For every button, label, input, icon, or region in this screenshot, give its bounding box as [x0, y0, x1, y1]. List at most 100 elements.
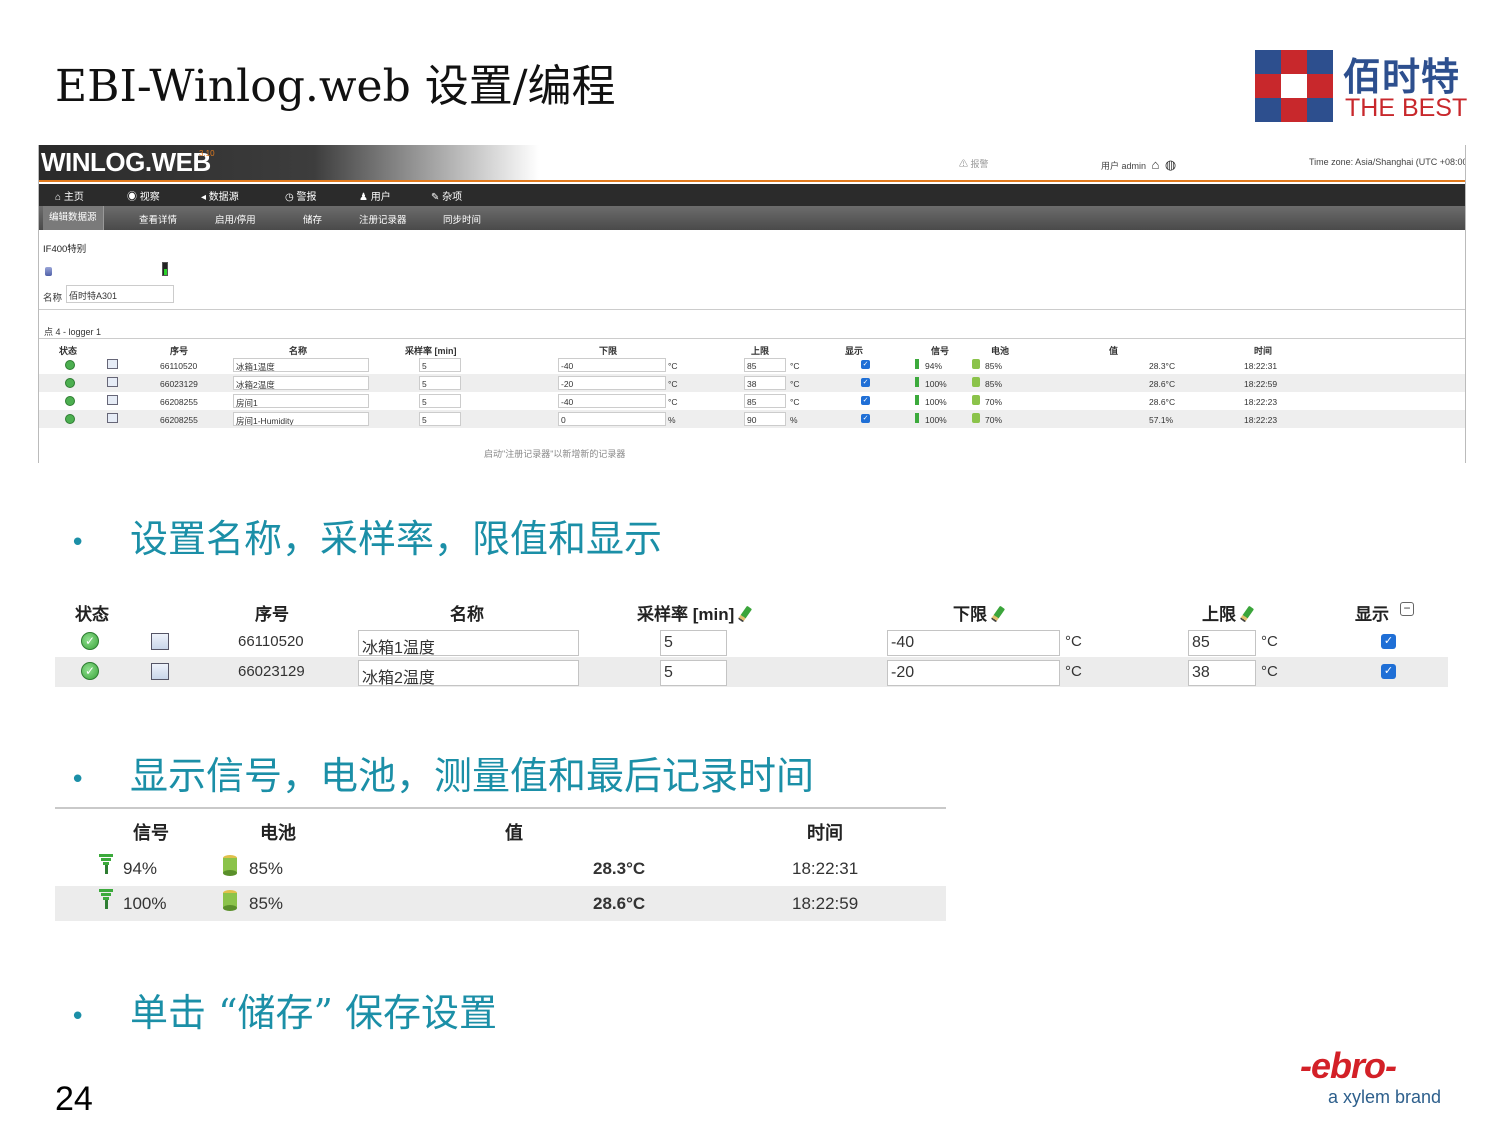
low-input[interactable]: -20 [558, 376, 666, 390]
bullet-dot: • [70, 1001, 86, 1032]
high-input[interactable]: 38 [744, 376, 786, 390]
high-input[interactable]: 85 [744, 358, 786, 372]
nav-alarm[interactable]: ◷ 警报 [285, 188, 317, 203]
battery-cell: 85% [985, 379, 1003, 389]
header-high: 上限 [1202, 600, 1255, 625]
low-input[interactable]: -20 [887, 660, 1060, 686]
subnav-toggle[interactable]: 启用/停用 [215, 212, 256, 226]
bullet-1-text: 设置名称，采样率，限值和显示 [130, 517, 663, 561]
nav-view[interactable]: ◉ 视察 [127, 188, 160, 203]
signal-icon [99, 889, 113, 909]
high-unit: °C [790, 361, 800, 371]
alarm-link[interactable]: ⚠ 报警 [959, 157, 989, 170]
display-checkbox[interactable]: ✓ [861, 378, 870, 387]
pencil-icon[interactable] [738, 605, 753, 623]
rate-input[interactable]: 5 [660, 630, 727, 656]
name-input[interactable]: 房间1 [233, 394, 369, 408]
table-row: ✓ 66023129 冰箱2温度 5 -20 °C 38 °C ✓ [55, 657, 1448, 687]
chart-icon[interactable] [107, 395, 118, 405]
value-cell: 28.6°C [1149, 397, 1176, 407]
ebro-tagline: a xylem brand [1328, 1087, 1442, 1107]
home-icon[interactable]: ⌂ [1152, 157, 1160, 172]
low-unit: °C [1065, 633, 1082, 650]
subnav-save[interactable]: 储存 [303, 212, 322, 226]
chart-icon[interactable] [151, 633, 169, 650]
low-input[interactable]: -40 [558, 358, 666, 372]
high-input[interactable]: 85 [1188, 630, 1256, 656]
serial-cell: 66110520 [238, 633, 304, 650]
high-input[interactable]: 38 [1188, 660, 1256, 686]
nav-users[interactable]: ♟ 用户 [359, 188, 391, 203]
low-input[interactable]: -40 [558, 394, 666, 408]
header-low: 下限 [953, 600, 1006, 625]
display-checkbox[interactable]: ✓ [861, 414, 870, 423]
status-ok-icon [65, 378, 75, 388]
user-info[interactable]: 用户 admin ⌂ ◍ [1101, 157, 1176, 173]
high-unit: °C [1261, 663, 1278, 680]
high-unit: °C [790, 379, 800, 389]
signal-cell: 94% [123, 859, 158, 878]
header-name: 名称 [450, 605, 484, 624]
app-header: WINLOG.WEB 3.10 ⚠ 报警 用户 admin ⌂ ◍ Time z… [39, 145, 1465, 182]
name-input[interactable]: 房间1-Humidity [233, 412, 369, 426]
rate-input[interactable]: 5 [660, 660, 727, 686]
name-input[interactable]: 冰箱2温度 [358, 660, 579, 686]
device-title: IF400特别 [43, 244, 87, 255]
signal-cell: 100% [925, 379, 947, 389]
header-battery: 电池 [260, 823, 296, 843]
low-input[interactable]: -40 [887, 630, 1060, 656]
subnav-details[interactable]: 查看详情 [139, 212, 177, 226]
signal-icon [915, 413, 919, 423]
low-unit: % [668, 415, 676, 425]
pencil-icon[interactable] [1239, 605, 1255, 623]
rate-input[interactable]: 5 [419, 358, 461, 372]
display-checkbox[interactable]: ✓ [861, 360, 870, 369]
display-checkbox[interactable]: ✓ [1381, 664, 1396, 679]
database-icon [45, 267, 52, 276]
rate-input[interactable]: 5 [419, 376, 461, 390]
signal-cell: 100% [123, 894, 167, 913]
serial-cell: 66208255 [160, 415, 198, 425]
name-input[interactable]: 冰箱2温度 [233, 376, 369, 390]
chart-icon[interactable] [107, 413, 118, 423]
pencil-icon[interactable] [990, 605, 1006, 623]
display-checkbox[interactable]: ✓ [1381, 634, 1396, 649]
battery-cell: 85% [249, 859, 284, 878]
time-cell: 18:22:59 [792, 894, 859, 913]
bullet-dot: • [70, 764, 86, 795]
signal-icon [99, 854, 113, 874]
main-nav: ⌂ 主页 ◉ 视察 ◂ 数据源 ◷ 警报 ♟ 用户 ✎ 杂项 [39, 184, 1465, 206]
collapse-icon[interactable]: − [1400, 602, 1414, 616]
sub-nav: 编辑数据源 查看详情 启用/停用 储存 注册记录器 同步时间 [39, 206, 1465, 230]
table-row: 100% 85% 28.6°C 18:22:59 [55, 886, 946, 921]
name-input[interactable]: 冰箱1温度 [358, 630, 579, 656]
name-input[interactable]: 冰箱1温度 [233, 358, 369, 372]
high-input[interactable]: 85 [744, 394, 786, 408]
chart-icon[interactable] [107, 377, 118, 387]
status-ok-icon: ✓ [81, 632, 99, 650]
time-cell: 18:22:31 [1244, 361, 1278, 371]
subnav-register[interactable]: 注册记录器 [359, 212, 407, 226]
app-logo[interactable]: WINLOG.WEB 3.10 [39, 145, 539, 180]
subnav-edit-datasource[interactable]: 编辑数据源 [43, 206, 104, 230]
chart-icon[interactable] [107, 359, 118, 369]
rate-input[interactable]: 5 [419, 412, 461, 426]
device-name-input[interactable]: 佰时特A301 [66, 285, 174, 303]
header-value: 值 [505, 823, 523, 843]
table-row: 94% 85% 28.3°C 18:22:31 [55, 851, 946, 886]
display-checkbox[interactable]: ✓ [861, 396, 870, 405]
battery-icon [223, 890, 237, 911]
subnav-sync-time[interactable]: 同步时间 [443, 212, 481, 226]
nav-datasource[interactable]: ◂ 数据源 [201, 188, 239, 203]
low-input[interactable]: 0 [558, 412, 666, 426]
nav-home[interactable]: ⌂ 主页 [55, 188, 84, 203]
header-high-text: 上限 [1202, 605, 1236, 624]
bullet-2: • 显示信号，电池，测量值和最后记录时间 [70, 745, 814, 800]
globe-icon[interactable]: ◍ [1165, 157, 1176, 172]
rate-input[interactable]: 5 [419, 394, 461, 408]
high-input[interactable]: 90 [744, 412, 786, 426]
nav-misc[interactable]: ✎ 杂项 [431, 188, 462, 203]
app-logo-text: WINLOG.WEB [41, 147, 211, 177]
chart-icon[interactable] [151, 663, 169, 680]
bullet-2-text: 显示信号，电池，测量值和最后记录时间 [130, 754, 815, 798]
